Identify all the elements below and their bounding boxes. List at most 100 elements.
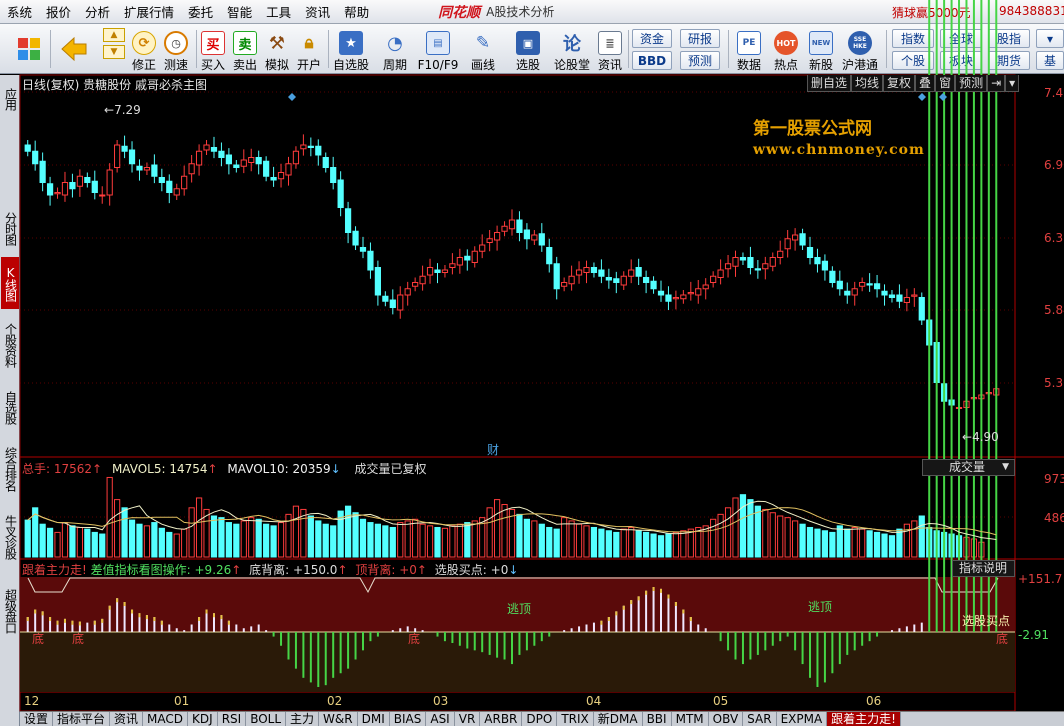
candle-body <box>240 159 247 167</box>
volume-bar <box>389 526 396 558</box>
volume-bar <box>620 528 627 558</box>
event-marker <box>288 93 296 101</box>
moving-average-button[interactable]: 均线 <box>851 75 884 92</box>
volume-bar <box>330 525 337 558</box>
candle-body <box>903 297 910 303</box>
volume-bar <box>792 520 799 558</box>
indicator-tab[interactable]: ASI <box>426 712 455 726</box>
indicator-tab[interactable]: BBI <box>643 712 672 726</box>
candle-body <box>583 267 590 273</box>
event-marker <box>918 93 926 101</box>
indicator-tab[interactable]: BOLL <box>246 712 287 726</box>
candle-body <box>501 225 508 232</box>
indicator-tab[interactable]: TRIX <box>557 712 594 726</box>
volume-bar <box>665 533 672 558</box>
kline-chart[interactable] <box>0 0 1064 726</box>
indicator-help-button[interactable]: 指标说明 <box>952 560 1015 577</box>
candle-body <box>99 194 106 197</box>
candle-body <box>181 175 188 190</box>
candle-body <box>538 233 545 246</box>
volume-bar <box>784 517 791 558</box>
volume-bar <box>851 526 858 558</box>
month-label: 02 <box>327 694 343 708</box>
indicator-tab[interactable]: VR <box>455 712 481 726</box>
volume-bar <box>486 507 493 558</box>
volume-bar <box>575 523 583 558</box>
volume-bar <box>367 522 374 558</box>
candle-body <box>255 157 262 165</box>
candle-body <box>508 219 516 230</box>
indicator-tab[interactable]: 设置 <box>20 712 54 726</box>
chart-menu-icon[interactable]: ▾ <box>1005 75 1020 92</box>
forecast-chart-button[interactable]: 预测 <box>955 75 988 92</box>
expand-icon[interactable]: ⇥ <box>987 75 1006 92</box>
month-label: 04 <box>586 694 602 708</box>
indicator-tab[interactable]: 指标平台 <box>53 712 111 726</box>
adjust-button[interactable]: 复权 <box>883 75 916 92</box>
candle-body <box>516 219 523 233</box>
indicator-tab[interactable]: DMI <box>358 712 390 726</box>
volume-bar <box>628 526 635 558</box>
indicator-header: 跟着主力走! 差值指标看图操作: +9.26↑ 底背离: +150.0↑ 顶背离… <box>22 561 518 578</box>
indicator-tab[interactable]: 资讯 <box>110 712 144 726</box>
month-label: 01 <box>174 694 190 708</box>
indicator-tab[interactable]: OBV <box>709 712 744 726</box>
volume-bar <box>739 494 747 558</box>
volume-indicator-select[interactable]: 成交量 ▼ <box>922 459 1015 476</box>
indicator-tab[interactable]: 主力 <box>286 712 320 726</box>
volume-bar <box>516 513 523 558</box>
volume-tick-mid: 48685 <box>1044 511 1064 525</box>
volume-bar <box>493 499 501 558</box>
bottom-divergence: 底背离: +150.0 <box>249 563 338 577</box>
indicator-tab[interactable]: 跟着主力走! <box>827 712 901 726</box>
candle-body <box>762 263 769 270</box>
candle-body <box>76 175 83 187</box>
volume-bar <box>672 531 680 558</box>
indicator-tab[interactable]: MACD <box>143 712 189 726</box>
candle-body <box>136 165 143 171</box>
indicator-tab[interactable]: KDJ <box>188 712 218 726</box>
volume-bar <box>419 523 426 558</box>
indicator-tab[interactable]: EXPMA <box>777 712 828 726</box>
candle-body <box>307 145 314 148</box>
volume-bar <box>240 520 247 558</box>
volume-bar <box>471 520 478 558</box>
indicator-tab[interactable]: SAR <box>743 712 777 726</box>
candle-body <box>650 280 657 290</box>
indicator-tab[interactable]: W&R <box>319 712 358 726</box>
price-tick-584: 5.84 <box>1044 303 1064 317</box>
candle-body <box>710 275 717 283</box>
volume-bar <box>911 520 918 558</box>
volume-bar <box>255 518 262 558</box>
overlay-button[interactable]: 叠 <box>915 75 936 92</box>
window-button[interactable]: 窗 <box>935 75 956 92</box>
volume-bar <box>449 525 456 558</box>
remove-watchlist-button[interactable]: 删自选 <box>807 75 852 92</box>
candle-body <box>143 167 151 171</box>
volume-bar <box>605 530 612 558</box>
candle-body <box>792 234 799 241</box>
candle-body <box>419 275 426 285</box>
indicator-tab[interactable]: ARBR <box>480 712 523 726</box>
high-price-annotation: ←7.29 <box>104 103 141 117</box>
indicator-tab[interactable]: BIAS <box>390 712 427 726</box>
volume-bar <box>717 513 724 558</box>
indicator-tab[interactable]: DPO <box>522 712 558 726</box>
candle-body <box>248 157 255 163</box>
month-label: 12 <box>24 694 40 708</box>
volume-bar <box>218 517 225 558</box>
indicator-tab[interactable]: 新DMA <box>594 712 643 726</box>
bottom-signal: 底 <box>996 632 1009 646</box>
candle-body <box>84 177 91 183</box>
volume-bar <box>866 530 873 558</box>
candle-body <box>359 247 367 252</box>
volume-header: 总手: 17562↑ MAVOL5: 14754↑ MAVOL10: 20359… <box>22 460 427 477</box>
indicator-tab[interactable]: MTM <box>672 712 709 726</box>
finance-marker[interactable]: 财 <box>487 441 499 458</box>
candle-body <box>114 144 121 168</box>
candle-body <box>195 150 203 166</box>
volume-bar <box>918 515 925 558</box>
candle-body <box>412 282 419 287</box>
indicator-tab[interactable]: RSI <box>218 712 247 726</box>
watermark-title: 第一股票公式网 <box>753 119 872 139</box>
